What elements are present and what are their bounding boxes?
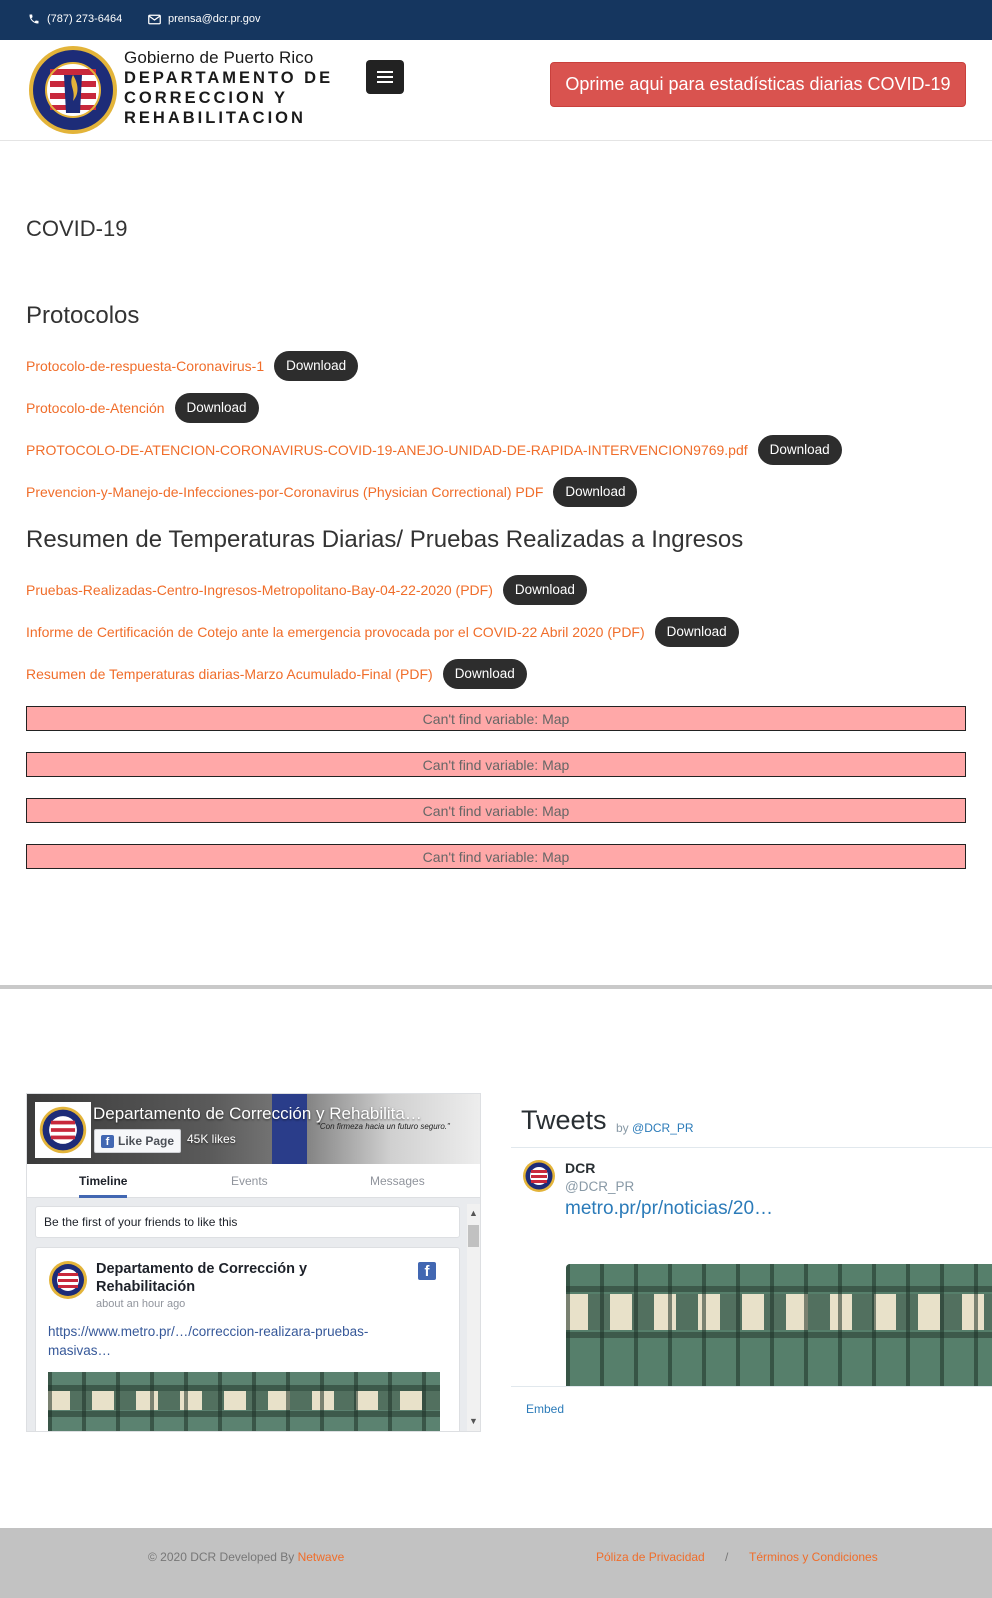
- phone-contact[interactable]: (787) 273-6464: [28, 13, 122, 25]
- email-address: prensa@dcr.pr.gov: [168, 13, 261, 25]
- image-texture: [566, 1264, 992, 1387]
- facebook-like-button[interactable]: f Like Page: [94, 1129, 182, 1153]
- tab-messages[interactable]: Messages: [370, 1164, 425, 1198]
- government-name: Gobierno de Puerto Rico: [124, 48, 314, 67]
- protocol-row: PROTOCOLO-DE-ATENCION-CORONAVIRUS-COVID-…: [26, 435, 842, 465]
- brand-text[interactable]: Gobierno de Puerto Rico DEPARTAMENTO DE …: [124, 48, 333, 128]
- protocol-row: Protocolo-de-Atención Download: [26, 393, 259, 423]
- download-button[interactable]: Download: [274, 351, 359, 381]
- email-contact[interactable]: prensa@dcr.pr.gov: [148, 13, 261, 25]
- embed-link[interactable]: Embed: [526, 1402, 564, 1416]
- resumen-heading: Resumen de Temperaturas Diarias/ Pruebas…: [26, 526, 744, 553]
- facebook-page-widget[interactable]: "Con firmeza hacia un futuro seguro." De…: [26, 1093, 481, 1432]
- page-title: COVID-19: [26, 216, 128, 241]
- scrollbar-thumb[interactable]: [468, 1225, 479, 1247]
- facebook-page-name[interactable]: Departamento de Corrección y Rehabilita…: [93, 1104, 422, 1124]
- download-button[interactable]: Download: [442, 659, 527, 689]
- resumen-link[interactable]: Resumen de Temperaturas diarias-Marzo Ac…: [26, 666, 433, 682]
- chevron-up-icon[interactable]: ▲: [467, 1208, 480, 1218]
- chevron-down-icon[interactable]: ▼: [467, 1416, 480, 1426]
- tweet-image[interactable]: [566, 1264, 992, 1387]
- resumen-link[interactable]: Informe de Certificación de Cotejo ante …: [26, 624, 645, 640]
- terms-link[interactable]: Términos y Condiciones: [749, 1550, 878, 1564]
- copyright-label: © 2020 DCR Developed By: [148, 1550, 295, 1564]
- phone-number: (787) 273-6464: [47, 13, 123, 25]
- facebook-post: Departamento de Corrección y Rehabilitac…: [35, 1247, 460, 1431]
- copyright-text: © 2020 DCR Developed By Netwave: [148, 1550, 344, 1564]
- protocol-row: Protocolo-de-respuesta-Coronavirus-1 Dow…: [26, 351, 359, 381]
- site-footer: © 2020 DCR Developed By Netwave Póliza d…: [0, 1528, 992, 1598]
- hamburger-menu-icon[interactable]: [366, 60, 404, 94]
- image-texture: [48, 1372, 440, 1431]
- tab-events[interactable]: Events: [231, 1164, 268, 1198]
- map-error-message: Can't find variable: Map: [26, 752, 966, 777]
- download-button[interactable]: Download: [502, 575, 587, 605]
- download-button[interactable]: Download: [757, 435, 842, 465]
- map-error-message: Can't find variable: Map: [26, 798, 966, 823]
- developer-link[interactable]: Netwave: [298, 1550, 345, 1564]
- twitter-timeline-widget[interactable]: Tweets by @DCR_PR DCR @DCR_PR metro.pr/p…: [511, 1093, 992, 1433]
- facebook-icon: f: [101, 1134, 114, 1148]
- department-name-line1: DEPARTAMENTO DE: [124, 69, 334, 87]
- resumen-link[interactable]: Pruebas-Realizadas-Centro-Ingresos-Metro…: [26, 582, 493, 598]
- map-error-message: Can't find variable: Map: [26, 706, 966, 731]
- privacy-policy-link[interactable]: Póliza de Privacidad: [596, 1550, 705, 1564]
- protocol-link[interactable]: Prevencion-y-Manejo-de-Infecciones-por-C…: [26, 484, 543, 500]
- resumen-row: Informe de Certificación de Cotejo ante …: [26, 617, 739, 647]
- tweet-author-avatar[interactable]: [522, 1159, 556, 1193]
- post-author-avatar[interactable]: [48, 1260, 88, 1300]
- section-divider: [0, 985, 992, 989]
- facebook-page-avatar[interactable]: [35, 1102, 91, 1158]
- post-image[interactable]: [48, 1372, 440, 1431]
- twitter-handle-link[interactable]: @DCR_PR: [632, 1121, 694, 1135]
- envelope-icon: [148, 14, 161, 24]
- tweets-by-label: by: [616, 1121, 629, 1135]
- download-button[interactable]: Download: [553, 477, 638, 507]
- tweets-by: by @DCR_PR: [616, 1121, 694, 1135]
- tweets-divider: [511, 1386, 992, 1387]
- facebook-icon[interactable]: f: [418, 1262, 436, 1280]
- protocol-row: Prevencion-y-Manejo-de-Infecciones-por-C…: [26, 477, 638, 507]
- post-timestamp[interactable]: about an hour ago: [96, 1298, 185, 1310]
- menu-bar: [377, 76, 393, 78]
- map-error-message: Can't find variable: Map: [26, 844, 966, 869]
- footer-separator: /: [725, 1550, 729, 1564]
- department-name-line3: REHABILITACION: [124, 109, 306, 127]
- post-author-name[interactable]: Departamento de Corrección y Rehabilitac…: [96, 1260, 396, 1296]
- facebook-scrollbar[interactable]: ▲ ▼: [467, 1204, 480, 1431]
- menu-bar: [377, 71, 393, 73]
- site-header: Gobierno de Puerto Rico DEPARTAMENTO DE …: [0, 40, 992, 141]
- resumen-row: Pruebas-Realizadas-Centro-Ingresos-Metro…: [26, 575, 587, 605]
- facebook-friends-note: Be the first of your friends to like thi…: [35, 1206, 460, 1238]
- resumen-row: Resumen de Temperaturas diarias-Marzo Ac…: [26, 659, 527, 689]
- tweets-divider: [511, 1147, 992, 1148]
- menu-bar: [377, 81, 393, 83]
- like-label: Like Page: [118, 1134, 175, 1148]
- covid-stats-button[interactable]: Oprime aqui para estadísticas diarias CO…: [550, 62, 966, 107]
- protocol-link[interactable]: Protocolo-de-respuesta-Coronavirus-1: [26, 358, 264, 374]
- protocol-link[interactable]: PROTOCOLO-DE-ATENCION-CORONAVIRUS-COVID-…: [26, 442, 748, 458]
- tweets-title: Tweets: [521, 1105, 607, 1135]
- tweet-author-name[interactable]: DCR: [565, 1160, 595, 1176]
- tab-timeline[interactable]: Timeline: [79, 1164, 128, 1198]
- tweet-link[interactable]: metro.pr/pr/noticias/20…: [565, 1198, 773, 1220]
- facebook-likes-count: 45K likes: [187, 1132, 236, 1146]
- post-link[interactable]: https://www.metro.pr/…/correccion-realiz…: [48, 1322, 418, 1360]
- tweet-author-handle[interactable]: @DCR_PR: [565, 1179, 634, 1194]
- phone-icon: [29, 14, 39, 24]
- top-contact-bar: (787) 273-6464 prensa@dcr.pr.gov: [0, 0, 992, 40]
- department-name-line2: CORRECCION Y: [124, 89, 289, 107]
- protocolos-heading: Protocolos: [26, 302, 140, 329]
- facebook-tabs: Timeline Events Messages: [27, 1164, 480, 1198]
- protocol-link[interactable]: Protocolo-de-Atención: [26, 400, 165, 416]
- download-button[interactable]: Download: [174, 393, 259, 423]
- dcr-seal-logo[interactable]: [28, 45, 118, 135]
- download-button[interactable]: Download: [654, 617, 739, 647]
